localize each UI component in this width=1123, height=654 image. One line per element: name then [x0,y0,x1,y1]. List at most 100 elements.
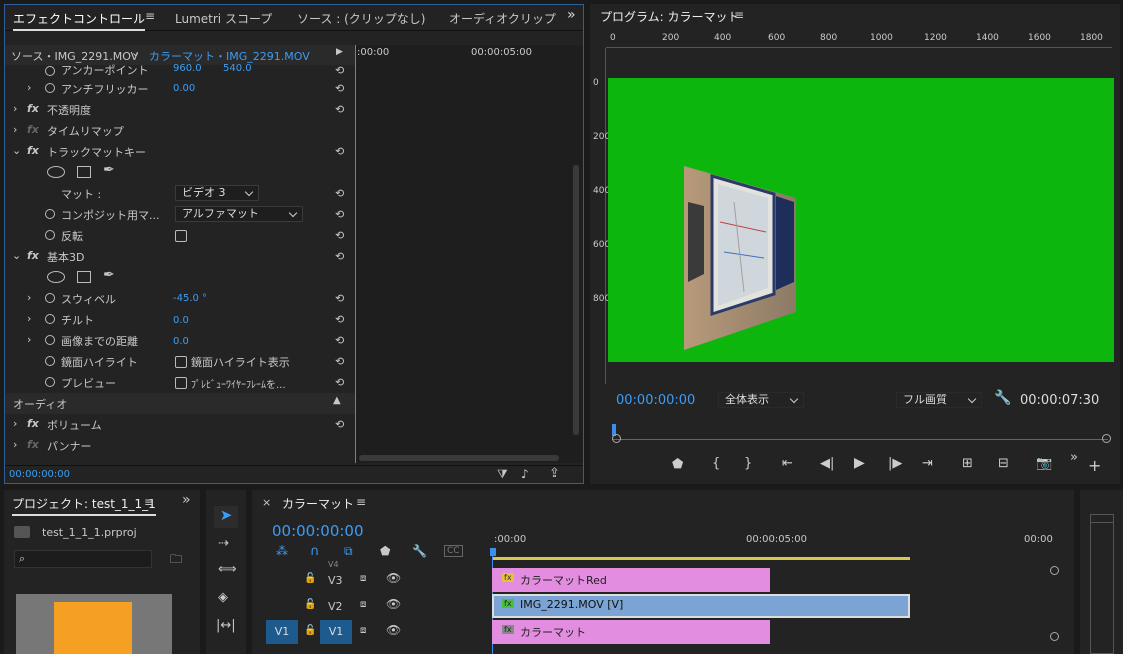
mini-scrollbar[interactable] [573,165,579,435]
tab-lumetri-scopes[interactable]: Lumetri スコープ [175,10,272,27]
timeline-settings-icon[interactable]: 🔧 [412,544,427,558]
clip-v3[interactable]: fx カラーマットRed [492,568,770,592]
export-icon[interactable]: ⇪ [549,466,560,481]
expand-icon[interactable]: › [13,123,17,136]
mark-out-icon[interactable]: } [744,456,752,471]
go-to-in-icon[interactable]: ⇤ [782,456,793,471]
matte-select[interactable]: ビデオ 3 [175,185,259,201]
ellipse-mask-icon[interactable] [47,166,65,178]
timeline-vscroll-handle-bottom[interactable] [1050,632,1059,641]
program-video-frame[interactable] [608,78,1114,362]
anchor-x-value[interactable]: 960.0 [173,63,202,74]
timeline-ruler[interactable]: :00:00 00:00:05:00 00:00 [492,530,1064,560]
preview-checkbox[interactable] [175,377,187,389]
pen-mask-icon[interactable]: ✒ [103,162,115,178]
expand-icon[interactable]: › [27,81,31,94]
sync-lock-icon[interactable]: ⧈ [360,573,366,584]
source-chevron-icon[interactable]: ⌄ [131,46,140,59]
playhead-handle[interactable] [490,548,496,556]
ripple-edit-tool-icon[interactable]: ⟺ [218,562,237,577]
reset-icon[interactable]: ⟲ [335,376,347,389]
collapse-up-icon[interactable]: ▲ [333,395,341,406]
zoom-select[interactable]: 全体表示 [718,392,804,408]
source-patch-v1[interactable]: V1 [266,620,298,644]
lock-icon[interactable]: 🔓 [304,625,316,636]
tab-menu-icon[interactable]: ≡ [145,9,155,23]
sync-lock-icon[interactable]: ⧈ [360,625,366,636]
timeline-close-icon[interactable]: × [262,496,271,509]
mini-hscroll[interactable] [359,455,559,461]
program-menu-icon[interactable]: ≡ [734,8,744,22]
stopwatch-icon[interactable] [45,293,55,303]
project-menu-icon[interactable]: ≡ [144,495,154,509]
reset-icon[interactable]: ⟲ [335,355,347,368]
stopwatch-icon[interactable] [45,66,55,76]
antiflicker-value[interactable]: 0.00 [173,83,195,94]
reset-icon[interactable]: ⟲ [335,313,347,326]
anchor-y-value[interactable]: 540.0 [223,63,252,74]
mini-playhead[interactable] [355,45,356,463]
reset-icon[interactable]: ⟲ [335,292,347,305]
project-thumbnail[interactable] [16,594,172,654]
eye-icon[interactable]: 👁 [386,597,401,611]
marker-icon[interactable]: ⬟ [672,457,683,472]
play-only-icon[interactable]: ▶ [336,47,343,57]
reset-icon[interactable]: ⟲ [335,64,347,77]
add-marker-icon[interactable]: ⬟ [380,544,390,558]
timeline-menu-icon[interactable]: ≡ [356,495,366,509]
composite-select[interactable]: アルファマット [175,206,303,222]
reset-icon[interactable]: ⟲ [335,229,347,242]
reset-icon[interactable]: ⟲ [335,334,347,347]
stopwatch-icon[interactable] [45,356,55,366]
stopwatch-icon[interactable] [45,377,55,387]
clip-v1[interactable]: fx カラーマット [492,620,770,644]
snap-icon[interactable]: ∩ [310,544,320,559]
reset-icon[interactable]: ⟲ [335,103,347,116]
more-tabs-icon[interactable]: » [567,7,576,23]
expand-icon[interactable]: › [13,102,17,115]
tab-audio-clip[interactable]: オーディオクリップ [449,10,556,27]
lift-icon[interactable]: ⊞ [962,456,973,471]
stopwatch-icon[interactable] [45,230,55,240]
eye-icon[interactable]: 👁 [386,623,401,637]
timeline-timecode[interactable]: 00:00:00:00 [272,522,364,540]
settings-wrench-icon[interactable]: 🔧 [994,390,1011,406]
tab-effect-controls[interactable]: エフェクトコントロール [13,10,146,31]
pen-mask-icon[interactable]: ✒ [103,267,115,283]
tab-source[interactable]: ソース : (クリップなし) [297,10,425,27]
rect-mask-icon[interactable] [77,271,91,283]
effect-footer-time[interactable]: 00:00:00:00 [9,469,70,480]
specular-checkbox[interactable] [175,356,187,368]
reset-icon[interactable]: ⟲ [335,187,347,200]
expand-icon[interactable]: › [13,417,17,430]
reset-icon[interactable]: ⟲ [335,250,347,263]
ellipse-mask-icon[interactable] [47,271,65,283]
selection-tool-icon[interactable]: ➤ [214,506,238,528]
export-frame-icon[interactable]: 📷 [1036,456,1052,471]
nest-icon[interactable]: ⁂ [276,544,288,558]
expand-icon[interactable]: › [27,333,31,346]
zoom-handle-right[interactable] [1102,434,1111,443]
zoom-handle-left[interactable] [612,434,621,443]
linked-select-icon[interactable]: ⧉ [344,544,353,559]
rect-mask-icon[interactable] [77,166,91,178]
reset-icon[interactable]: ⟲ [335,145,347,158]
more-buttons-icon[interactable]: » [1070,450,1078,465]
go-to-out-icon[interactable]: ⇥ [922,456,933,471]
program-scrub-bar[interactable] [612,424,1108,440]
stopwatch-icon[interactable] [45,209,55,219]
eye-icon[interactable]: 👁 [386,571,401,585]
stopwatch-icon[interactable] [45,335,55,345]
track-target-v1[interactable]: V1 [320,620,352,644]
audio-toggle-icon[interactable]: ♪ [521,467,529,481]
reset-icon[interactable]: ⟲ [335,208,347,221]
slip-tool-icon[interactable]: |↔| [216,618,236,633]
reset-icon[interactable]: ⟲ [335,418,347,431]
invert-checkbox[interactable] [175,230,187,242]
work-area-bar[interactable] [492,557,910,560]
quality-select[interactable]: フル画質 [896,392,982,408]
program-timecode[interactable]: 00:00:00:00 [616,393,695,408]
reset-icon[interactable]: ⟲ [335,82,347,95]
stopwatch-icon[interactable] [45,83,55,93]
step-back-icon[interactable]: ◀| [820,456,834,471]
